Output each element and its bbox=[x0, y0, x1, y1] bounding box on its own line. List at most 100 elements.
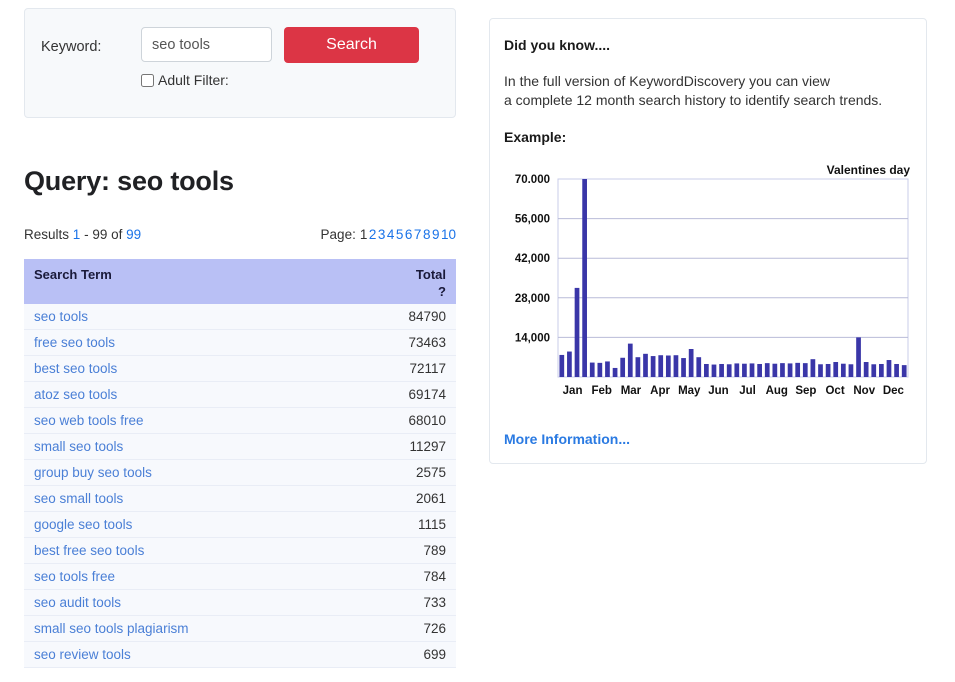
page-link-2[interactable]: 2 bbox=[369, 227, 377, 242]
chart-x-tick-label: Apr bbox=[650, 385, 670, 397]
chart-bar bbox=[643, 353, 648, 377]
chart-bar bbox=[901, 365, 907, 377]
chart-bar bbox=[742, 363, 747, 377]
search-panel: Keyword: Search Adult Filter: bbox=[24, 8, 456, 118]
chart-bar bbox=[704, 363, 709, 377]
chart-x-tick-label: Mar bbox=[621, 385, 642, 397]
more-information-link[interactable]: More Information... bbox=[504, 431, 630, 447]
search-term-link[interactable]: seo review tools bbox=[34, 647, 131, 662]
table-row: free seo tools 73463 bbox=[24, 329, 456, 356]
chart-bar bbox=[635, 357, 641, 377]
search-term-link[interactable]: free seo tools bbox=[34, 335, 115, 350]
page-link-9[interactable]: 9 bbox=[432, 227, 440, 242]
right-column: Did you know.... In the full version of … bbox=[489, 18, 927, 464]
page-link-5[interactable]: 5 bbox=[396, 227, 404, 242]
chart-x-tick-label: Sep bbox=[795, 385, 816, 397]
page-link-1[interactable]: 1 bbox=[360, 227, 368, 242]
search-button[interactable]: Search bbox=[284, 27, 419, 63]
chart-bar bbox=[802, 363, 808, 377]
column-header-total[interactable]: Total ? bbox=[324, 259, 456, 304]
chart-bar bbox=[772, 363, 778, 377]
chart-bar bbox=[840, 363, 846, 377]
column-header-total-label: Total bbox=[415, 267, 446, 282]
results-from[interactable]: 1 bbox=[73, 227, 81, 242]
chart-bar bbox=[894, 363, 899, 377]
adult-filter-row[interactable]: Adult Filter: bbox=[141, 72, 419, 88]
page-link-8[interactable]: 8 bbox=[423, 227, 431, 242]
chart-bar bbox=[871, 364, 877, 377]
info-body-line-2: a complete 12 month search history to id… bbox=[504, 92, 883, 108]
search-term-link[interactable]: atoz seo tools bbox=[34, 387, 117, 402]
search-term-link[interactable]: best seo tools bbox=[34, 361, 117, 376]
search-term-link[interactable]: group buy seo tools bbox=[34, 465, 152, 480]
adult-filter-checkbox[interactable] bbox=[141, 73, 154, 87]
example-label: Example: bbox=[504, 129, 567, 145]
chart-bar bbox=[582, 179, 587, 377]
search-term-link[interactable]: seo web tools free bbox=[34, 413, 144, 428]
did-you-know-card: Did you know.... In the full version of … bbox=[489, 18, 927, 464]
search-term-link[interactable]: google seo tools bbox=[34, 517, 132, 532]
search-term-link[interactable]: small seo tools plagiarism bbox=[34, 621, 189, 636]
search-term-link[interactable]: small seo tools bbox=[34, 439, 123, 454]
cell-total: 68010 bbox=[324, 407, 456, 434]
chart-x-tick-label: May bbox=[678, 385, 701, 397]
page-root: Keyword: Search Adult Filter: Query: seo… bbox=[0, 0, 955, 682]
chart-annotation: Valentines day bbox=[826, 163, 910, 177]
page-link-6[interactable]: 6 bbox=[405, 227, 413, 242]
cell-search-term: seo small tools bbox=[24, 485, 324, 512]
search-input[interactable] bbox=[141, 27, 272, 62]
keyword-label: Keyword: bbox=[41, 39, 102, 55]
table-row: best free seo tools 789 bbox=[24, 537, 456, 564]
chart-bar bbox=[650, 356, 656, 377]
chart-x-tick-label: Oct bbox=[825, 385, 844, 397]
chart-bar bbox=[665, 355, 671, 377]
results-table: Search Term Total ? seo tools 84790 free s… bbox=[24, 259, 456, 668]
cell-search-term: seo review tools bbox=[24, 641, 324, 668]
search-term-link[interactable]: seo small tools bbox=[34, 491, 123, 506]
chart-bar bbox=[825, 363, 831, 377]
search-term-link[interactable]: seo audit tools bbox=[34, 595, 121, 610]
chart-y-tick-label: 28,000 bbox=[515, 293, 550, 305]
search-term-link[interactable]: seo tools free bbox=[34, 569, 115, 584]
page-link-7[interactable]: 7 bbox=[414, 227, 422, 242]
chart-bar bbox=[780, 363, 785, 377]
cell-total: 11297 bbox=[324, 433, 456, 460]
page-link-3[interactable]: 3 bbox=[378, 227, 386, 242]
table-row: atoz seo tools 69174 bbox=[24, 381, 456, 408]
page-link-10[interactable]: 10 bbox=[441, 227, 456, 242]
results-bar: Results 1 - 99 of 99 Page: 1 2 3 4 5 6 7 8 9 10 bbox=[24, 227, 456, 242]
chart-y-tick-label: 42,000 bbox=[515, 253, 550, 265]
chart-plot-area bbox=[557, 178, 909, 378]
info-card-body: In the full version of KeywordDiscovery … bbox=[504, 72, 912, 110]
search-term-link[interactable]: seo tools bbox=[34, 309, 88, 324]
chart-bar bbox=[627, 343, 633, 377]
chart-bar bbox=[879, 363, 884, 377]
search-history-chart: Valentines day 70.000 56,000 42,000 28,000 1… bbox=[504, 163, 912, 413]
chart-bar bbox=[863, 362, 869, 377]
cell-total: 2575 bbox=[324, 459, 456, 486]
chart-x-tick-label: Jul bbox=[739, 385, 756, 397]
table-row: small seo tools plagiarism 726 bbox=[24, 615, 456, 642]
cell-search-term: atoz seo tools bbox=[24, 381, 324, 408]
cell-total: 789 bbox=[324, 537, 456, 564]
results-count: Results 1 - 99 of 99 bbox=[24, 227, 141, 242]
chart-bar bbox=[589, 362, 595, 377]
results-total[interactable]: 99 bbox=[126, 227, 141, 242]
chart-x-tick-label: Jun bbox=[708, 385, 728, 397]
chart-y-tick-label: 56,000 bbox=[515, 214, 550, 226]
info-body-line-1: In the full version of KeywordDiscovery … bbox=[504, 73, 831, 89]
chart-bar bbox=[719, 363, 724, 377]
cell-total: 726 bbox=[324, 615, 456, 642]
cell-search-term: free seo tools bbox=[24, 329, 324, 356]
page-link-4[interactable]: 4 bbox=[387, 227, 395, 242]
search-term-link[interactable]: best free seo tools bbox=[34, 543, 144, 558]
chart-bar bbox=[711, 364, 717, 377]
left-column: Keyword: Search Adult Filter: Query: seo… bbox=[24, 8, 456, 668]
chart-bar bbox=[605, 361, 610, 377]
column-header-search-term[interactable]: Search Term bbox=[24, 259, 324, 304]
chart-bar bbox=[726, 364, 732, 377]
cell-search-term: seo web tools free bbox=[24, 407, 324, 434]
table-row: small seo tools 11297 bbox=[24, 433, 456, 460]
results-dash: - bbox=[84, 227, 89, 242]
help-icon[interactable]: ? bbox=[334, 284, 446, 299]
